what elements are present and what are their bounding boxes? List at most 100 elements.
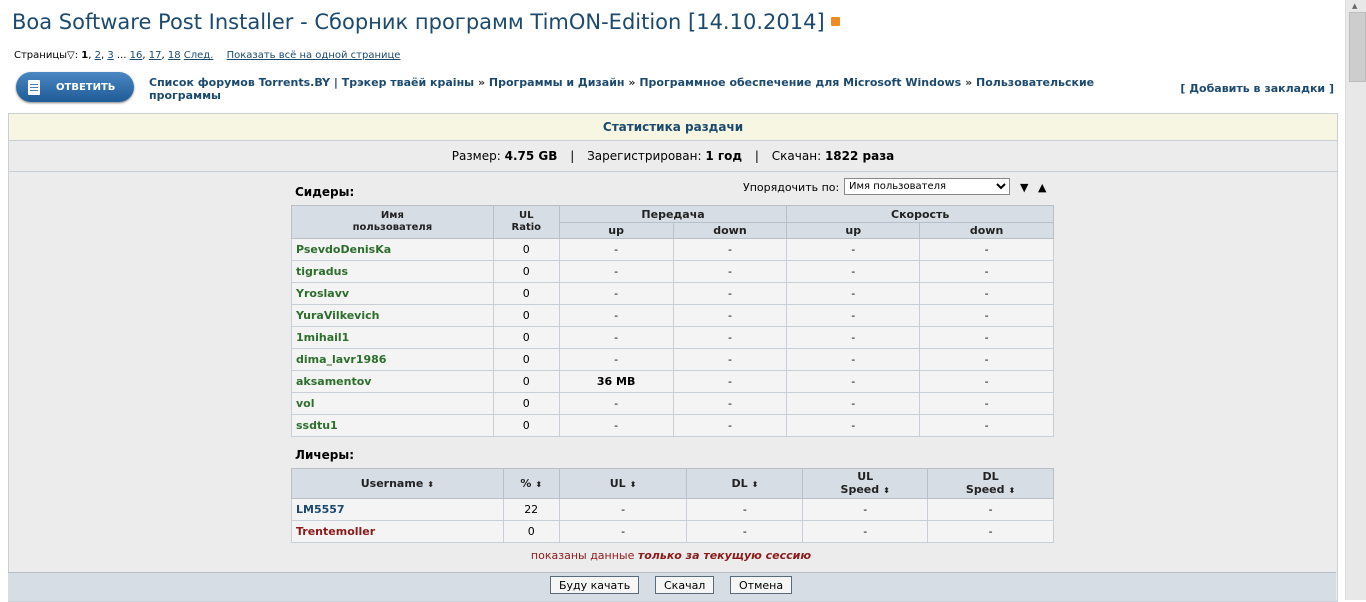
add-bookmark-link[interactable]: [ Добавить в закладки ] bbox=[1180, 82, 1334, 95]
dl: - bbox=[686, 520, 804, 543]
table-row: Yroslavv 0- - - - bbox=[291, 282, 1054, 305]
speed-up: - bbox=[786, 260, 921, 283]
col-header-speed: Скорость bbox=[786, 205, 1054, 223]
cancel-button[interactable]: Отмена bbox=[730, 576, 793, 594]
transfer-up: - bbox=[558, 326, 674, 349]
transfer-down: - bbox=[672, 304, 788, 327]
vertical-scrollbar[interactable]: ▲ bbox=[1345, 0, 1366, 600]
breadcrumb-forum-list[interactable]: Список форумов Torrents.BY | Трэкер тваё… bbox=[149, 76, 474, 89]
summary-separator: | bbox=[570, 149, 575, 163]
scrollbar-thumb[interactable] bbox=[1349, 12, 1366, 82]
speed-up: - bbox=[786, 304, 921, 327]
col-header-dl-speed[interactable]: DL Speed ⬍ bbox=[927, 468, 1054, 499]
transfer-down: - bbox=[672, 238, 788, 261]
pages-dropdown-icon[interactable]: ▽ bbox=[67, 50, 75, 61]
col-header-ul[interactable]: UL ⬍ bbox=[558, 468, 688, 499]
table-row: vol 0- - - - bbox=[291, 392, 1054, 415]
breadcrumb-programs[interactable]: Программы и Дизайн bbox=[489, 76, 625, 89]
page-link-16[interactable]: 16 bbox=[130, 50, 143, 61]
speed-up: - bbox=[786, 414, 921, 437]
speed-up: - bbox=[786, 392, 921, 415]
col-header-username[interactable]: Username ⬍ bbox=[291, 468, 504, 499]
sort-asc-icon[interactable]: ▲ bbox=[1038, 181, 1046, 194]
transfer-up: - bbox=[558, 304, 674, 327]
seeder-name[interactable]: PsevdoDenisKa bbox=[291, 238, 494, 261]
transfer-up: - bbox=[558, 392, 674, 415]
table-row: aksamentov 0 36 MB - - - bbox=[291, 370, 1054, 393]
sort-select[interactable]: Имя пользователя bbox=[844, 178, 1010, 195]
transfer-down: - bbox=[672, 326, 788, 349]
seeder-name[interactable]: ssdtu1 bbox=[291, 414, 494, 437]
pagination: Страницы▽: 1, 2, 3 ... 16, 17, 18 След. … bbox=[14, 50, 401, 61]
breadcrumb-separator: » bbox=[477, 76, 486, 89]
ul-ratio: 0 bbox=[492, 260, 560, 283]
reply-button[interactable]: ОТВЕТИТЬ bbox=[16, 72, 134, 102]
transfer-up: - bbox=[558, 348, 674, 371]
col-header-transfer-down[interactable]: down bbox=[672, 222, 788, 239]
leechers-table: Username ⬍ % ⬍ UL ⬍ DL ⬍ UL Speed ⬍ DL Speed ⬍ L… bbox=[291, 468, 1054, 543]
col-header-username[interactable]: Имя пользователя bbox=[291, 205, 494, 239]
page-title-text[interactable]: Boa Software Post Installer - Сборник пр… bbox=[12, 10, 825, 34]
col-header-speed-down[interactable]: down bbox=[919, 222, 1054, 239]
page-link-3[interactable]: 3 bbox=[107, 50, 113, 61]
size-value: 4.75 GB bbox=[504, 149, 558, 163]
ul-speed: - bbox=[802, 498, 929, 521]
col-header-percent[interactable]: % ⬍ bbox=[502, 468, 560, 499]
page-link-17[interactable]: 17 bbox=[149, 50, 162, 61]
downloaded-button[interactable]: Скачал bbox=[655, 576, 715, 594]
sort-icon: ⬍ bbox=[1008, 486, 1016, 495]
leecher-name[interactable]: Trentemoller bbox=[291, 520, 504, 543]
table-row: 1mihail1 0- - - - bbox=[291, 326, 1054, 349]
transfer-down: - bbox=[672, 414, 788, 437]
speed-up: - bbox=[786, 326, 921, 349]
seeder-name[interactable]: tigradus bbox=[291, 260, 494, 283]
col-header-transfer-up[interactable]: up bbox=[558, 222, 674, 239]
session-note-prefix: показаны данные bbox=[530, 549, 635, 562]
ul-ratio: 0 bbox=[492, 414, 560, 437]
transfer-up: - bbox=[558, 260, 674, 283]
table-row: LM5557 22- - - - bbox=[291, 498, 1054, 521]
table-row: PsevdoDenisKa 0- - - - bbox=[291, 238, 1054, 261]
breadcrumb-separator: » bbox=[628, 76, 636, 89]
seeder-name[interactable]: Yroslavv bbox=[291, 282, 494, 305]
leechers-label: Личеры: bbox=[295, 448, 354, 462]
ul: - bbox=[558, 498, 688, 521]
scroll-up-icon[interactable]: ▲ bbox=[1352, 2, 1357, 10]
speed-up: - bbox=[786, 370, 921, 393]
show-all-link[interactable]: Показать всё на одной странице bbox=[227, 50, 401, 61]
seeder-name[interactable]: dima_lavr1986 bbox=[291, 348, 494, 371]
speed-down: - bbox=[919, 282, 1054, 305]
page-ellipsis: ... bbox=[116, 50, 127, 61]
will-download-button[interactable]: Буду качать bbox=[550, 576, 640, 594]
rss-icon[interactable] bbox=[830, 16, 840, 26]
page-link-18[interactable]: 18 bbox=[168, 50, 181, 61]
col-header-speed-up[interactable]: up bbox=[786, 222, 921, 239]
stats-title: Статистика раздачи bbox=[9, 114, 1337, 141]
col-header-ul-speed[interactable]: UL Speed ⬍ bbox=[802, 468, 929, 499]
document-icon bbox=[28, 79, 40, 95]
col-header-ul-ratio[interactable]: UL Ratio bbox=[492, 205, 560, 239]
leecher-name[interactable]: LM5557 bbox=[291, 498, 504, 521]
speed-up: - bbox=[786, 348, 921, 371]
page-current: 1 bbox=[81, 50, 89, 61]
session-note-emph: только за текущую сессию bbox=[637, 549, 812, 562]
col-header-dl[interactable]: DL ⬍ bbox=[686, 468, 804, 499]
page-link-2[interactable]: 2 bbox=[95, 50, 101, 61]
seeder-name[interactable]: aksamentov bbox=[291, 370, 494, 393]
seeder-name[interactable]: vol bbox=[291, 392, 494, 415]
next-page-link[interactable]: След. bbox=[184, 50, 214, 61]
seeder-name[interactable]: 1mihail1 bbox=[291, 326, 494, 349]
sort-desc-icon[interactable]: ▼ bbox=[1020, 181, 1028, 194]
table-row: tigradus 0- - - - bbox=[291, 260, 1054, 283]
dl-speed: - bbox=[927, 498, 1054, 521]
breadcrumb: Список форумов Torrents.BY | Трэкер тваё… bbox=[149, 76, 1149, 102]
page-title: Boa Software Post Installer - Сборник пр… bbox=[12, 10, 840, 34]
seeder-name[interactable]: YuraVilkevich bbox=[291, 304, 494, 327]
seeders-label: Сидеры: bbox=[295, 185, 355, 199]
speed-down: - bbox=[919, 304, 1054, 327]
breadcrumb-windows-software[interactable]: Программное обеспечение для Microsoft Wi… bbox=[639, 76, 961, 89]
ul-ratio: 0 bbox=[492, 238, 560, 261]
sort-icon: ⬍ bbox=[751, 480, 759, 489]
ul: - bbox=[558, 520, 688, 543]
ul-ratio: 0 bbox=[492, 304, 560, 327]
